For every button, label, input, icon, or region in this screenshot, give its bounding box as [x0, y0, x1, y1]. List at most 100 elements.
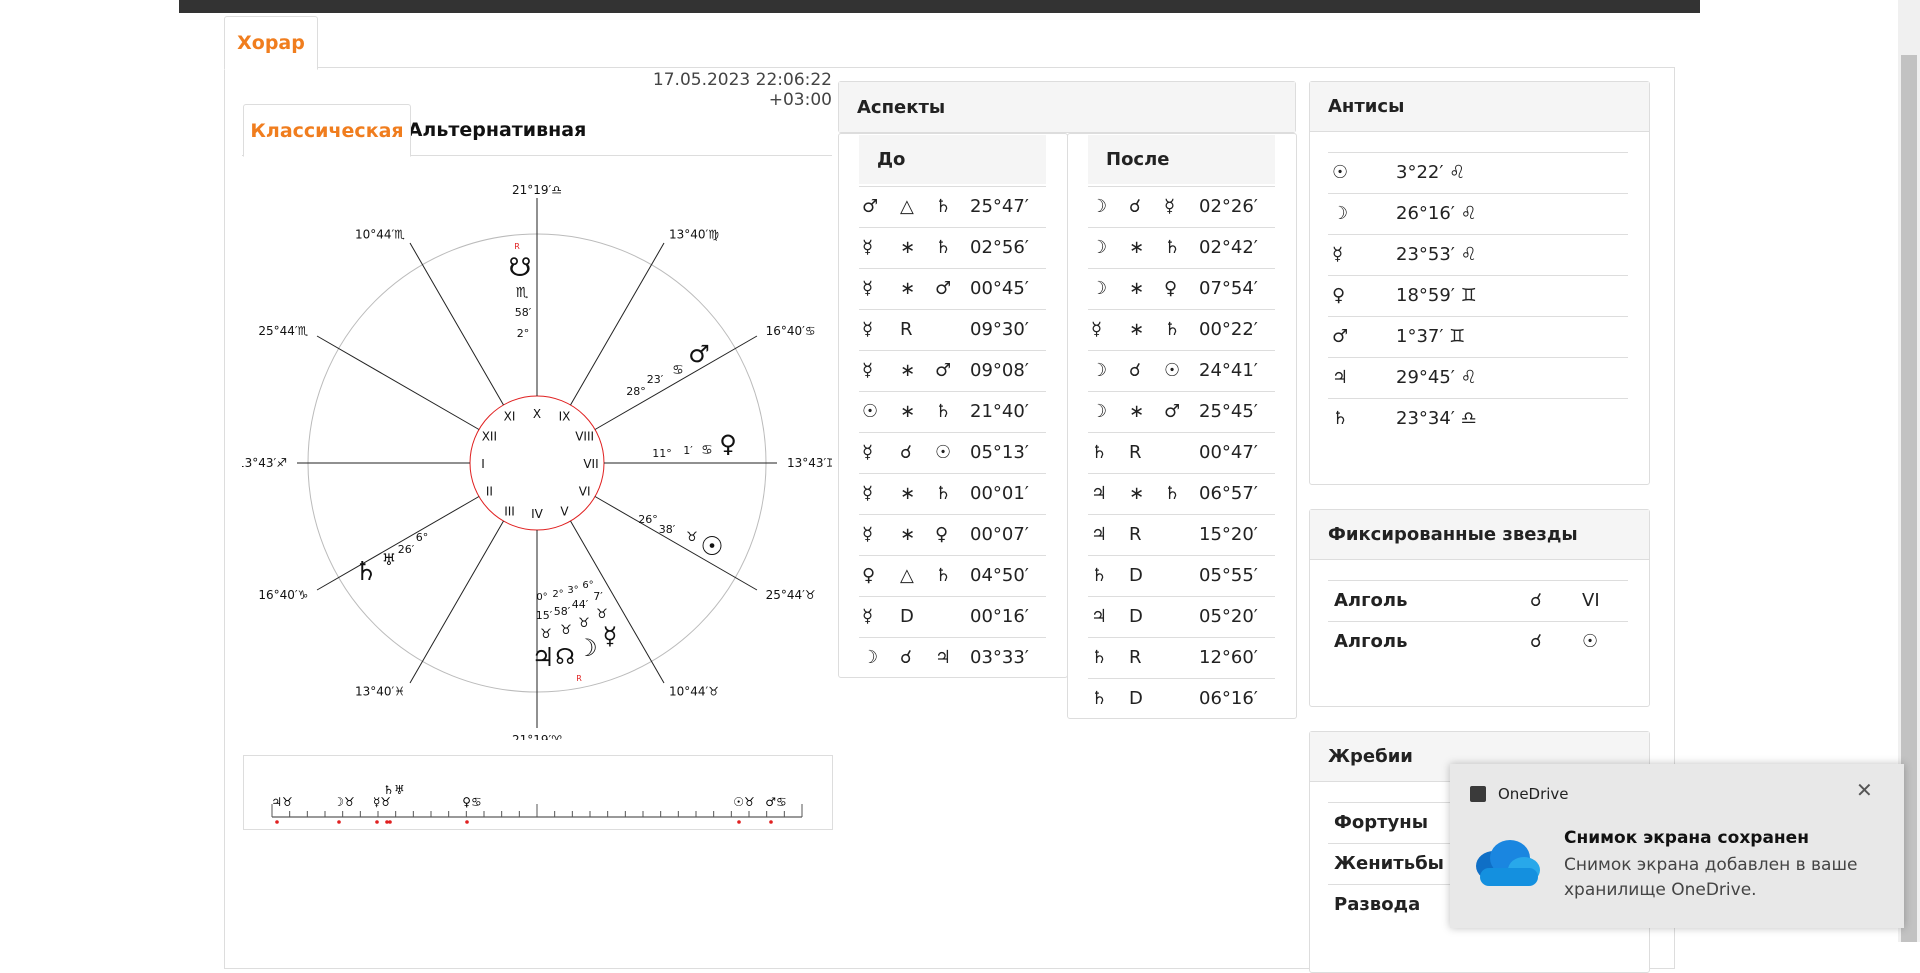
sun-minutes: 38′	[659, 523, 676, 536]
aspect-cell: ☿	[1164, 196, 1176, 217]
aspect-row: ♃ R 15°20′	[1088, 514, 1275, 555]
aspect-row: ☉ ∗ ♄ 21°40′	[859, 391, 1046, 432]
aspect-cell: 12°60′	[1199, 647, 1258, 668]
aspect-row: ☽ ☌ ♃ 03°33′	[859, 637, 1046, 678]
aspect-row: ☿ D 00°16′	[859, 596, 1046, 637]
aspect-cell: ∗	[1129, 278, 1145, 299]
aspect-cell: ♄	[1091, 442, 1108, 463]
cluster-minutes: 15′	[536, 609, 553, 622]
timeline-marker	[465, 820, 469, 824]
antiscia-planet: ☽	[1332, 203, 1349, 224]
antiscia-planet: ☉	[1332, 162, 1349, 183]
aspect-cell: ♃	[1091, 483, 1108, 504]
aspect-cell: 05°55′	[1199, 565, 1258, 586]
house-numeral: V	[560, 505, 569, 519]
timeline-label: ☽♉	[333, 795, 355, 809]
saturn-glyph: ♄	[354, 557, 377, 587]
aspects-title: Аспекты	[839, 82, 1295, 132]
aspect-cell: 02°56′	[970, 237, 1029, 258]
cusp-label: 13°43′♊	[787, 456, 832, 470]
aspect-cell: 15°20′	[1199, 524, 1258, 545]
cusp-line	[594, 496, 758, 591]
aspect-row: ☿ ∗ ♂ 00°45′	[859, 268, 1046, 309]
aspect-cell: ♂	[1164, 401, 1181, 422]
aspect-cell: 00°45′	[970, 278, 1029, 299]
cusp-label: 16°40′♋	[766, 324, 816, 338]
aspect-cell: △	[900, 565, 914, 586]
fixed-star-target: VI	[1582, 590, 1600, 611]
onedrive-toast[interactable]: OneDrive ✕ Снимок экрана сохранен Снимок…	[1450, 764, 1904, 928]
cluster-minutes: 7′	[593, 590, 603, 603]
aspect-cell: ♄	[1164, 237, 1181, 258]
antiscia-row: ♂ 1°37′ ♊	[1328, 316, 1628, 357]
aspect-cell: ☉	[935, 442, 952, 463]
aspect-cell: ∗	[900, 237, 916, 258]
aspect-cell: ☉	[862, 401, 879, 422]
cusp-label: 21°19′♎	[512, 183, 562, 197]
onedrive-cloud-icon	[1476, 840, 1540, 886]
house-numeral: III	[504, 505, 515, 519]
aspect-cell: 00°22′	[1199, 319, 1258, 340]
tab-horary[interactable]: Хорар	[224, 16, 318, 70]
fixed-star-aspect: ☌	[1530, 590, 1543, 611]
aspect-cell: R	[1129, 647, 1142, 668]
lot-name: Развода	[1334, 894, 1421, 915]
aspect-row: ☿ ∗ ♄ 00°22′	[1088, 309, 1275, 350]
aspect-row: ♄ D 06°16′	[1088, 678, 1275, 719]
aspect-cell: ☌	[1129, 360, 1142, 381]
aspect-cell: ♂	[935, 278, 952, 299]
aspect-cell: ♄	[935, 483, 952, 504]
aspect-cell: 03°33′	[970, 647, 1029, 668]
fixed-star-name: Алголь	[1334, 631, 1408, 652]
cluster-sign: ♉	[578, 616, 590, 631]
cusp-line	[409, 520, 504, 684]
moon-glyph: ☽	[576, 634, 598, 662]
aspect-cell: 02°42′	[1199, 237, 1258, 258]
timeline-label: ♄♅	[383, 783, 405, 797]
aspects-before-title: До	[859, 135, 1046, 184]
aspect-row: ♄ R 12°60′	[1088, 637, 1275, 678]
planet-timeline: ♃♉ ☽♉ ☿♉ ♄♅ ♀♋ ☉♉ ♂♋	[243, 755, 833, 830]
cluster-degrees: 0°	[536, 592, 547, 603]
aspect-row: ☽ ∗ ♂ 25°45′	[1088, 391, 1275, 432]
aspect-cell: 25°47′	[970, 196, 1029, 217]
aspect-row: ☽ ∗ ♄ 02°42′	[1088, 227, 1275, 268]
cusp-label: 10°44′♉	[669, 685, 719, 699]
aspect-row: ☿ ∗ ♂ 09°08′	[859, 350, 1046, 391]
aspect-row: ♃ D 05°20′	[1088, 596, 1275, 637]
aspect-cell: D	[1129, 688, 1143, 709]
aspect-cell: R	[900, 319, 913, 340]
house-numeral: VII	[583, 457, 598, 471]
aspect-cell: ☌	[1129, 196, 1142, 217]
timeline-marker	[769, 820, 773, 824]
aspects-before-panel: До ♂ △ ♄ 25°47′ ☿ ∗ ♄ 02°56′ ☿ ∗ ♂ 00°45′ ☿ R 09°30′ ☿ ∗…	[838, 133, 1068, 678]
aspect-cell: ∗	[900, 360, 916, 381]
aspect-row: ☿ ∗ ♀ 00°07′	[859, 514, 1046, 555]
timeline-marker	[275, 820, 279, 824]
toast-title: Снимок экрана сохранен	[1564, 828, 1809, 848]
mars-glyph: ♂	[688, 340, 710, 368]
aspect-cell: R	[1129, 524, 1142, 545]
aspects-panel: Аспекты	[838, 81, 1296, 133]
antiscia-planet: ♃	[1332, 367, 1349, 388]
fixed-stars-panel: Фиксированные звезды Алголь ☌ VI Алголь ☌ ☉	[1309, 509, 1650, 707]
cusp-label: 25°44′♉	[766, 588, 816, 602]
tab-alternative[interactable]: Альтернативная	[408, 104, 587, 155]
aspect-cell: ♃	[1091, 606, 1108, 627]
antiscia-position: 23°53′ ♌	[1396, 244, 1477, 265]
aspect-cell: D	[1129, 565, 1143, 586]
close-icon[interactable]: ✕	[1856, 778, 1873, 802]
antiscia-panel: Антисы ☉ 3°22′ ♌ ☽ 26°16′ ♌ ☿ 23°53′ ♌ ♀ 18°59′…	[1309, 81, 1650, 485]
tab-classic[interactable]: Классическая	[243, 104, 411, 157]
fixed-star-name: Алголь	[1334, 590, 1408, 611]
aspect-cell: D	[1129, 606, 1143, 627]
venus-minutes: 1′	[683, 444, 693, 457]
north-node-glyph: ☊	[555, 645, 575, 670]
antiscia-row: ♄ 23°34′ ♎	[1328, 398, 1628, 439]
lot-name: Фортуны	[1334, 812, 1428, 833]
aspect-cell: ☿	[862, 442, 874, 463]
house-numeral: IX	[559, 409, 571, 423]
south-node-glyph: ☋	[508, 253, 531, 283]
node-degrees: 2°	[517, 327, 530, 340]
aspect-cell: 09°08′	[970, 360, 1029, 381]
